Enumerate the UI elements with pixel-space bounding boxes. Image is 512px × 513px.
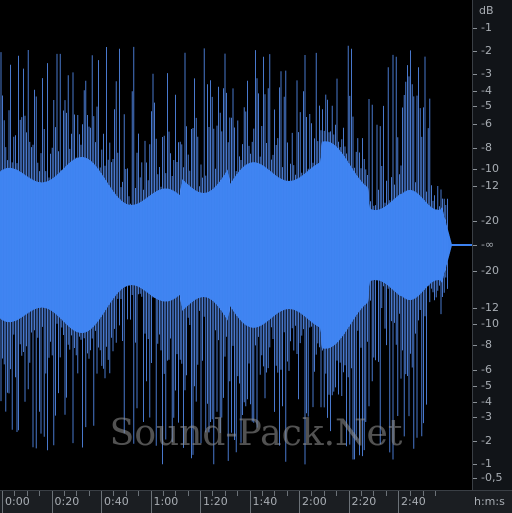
time-minor-tick [261, 491, 263, 496]
time-minor-tick [88, 491, 90, 496]
db-tick [473, 441, 477, 442]
time-label: 1:00 [153, 495, 179, 508]
db-label-top: -12 [481, 179, 499, 192]
db-label-top: -3 [481, 67, 492, 80]
time-tick [398, 491, 399, 513]
waveform-display[interactable]: Sound-Pack.Net [0, 0, 472, 490]
db-tick [473, 478, 477, 479]
db-tick [473, 28, 477, 29]
time-label: 2:40 [401, 495, 426, 508]
time-minor-tick [162, 491, 164, 496]
time-minor-tick [187, 491, 189, 496]
time-minor-tick [125, 491, 127, 496]
db-label-bottom: -0,5 [481, 471, 503, 484]
time-minor-tick [422, 491, 424, 496]
db-tick [473, 402, 477, 403]
time-label: 0:00 [5, 495, 30, 508]
time-minor-tick [336, 491, 338, 496]
db-label-bottom: -5 [481, 379, 492, 392]
db-label-bottom: -1 [481, 457, 492, 470]
time-minor-tick [274, 491, 276, 496]
db-label-top: -10 [481, 162, 499, 175]
time-minor-tick [113, 491, 115, 496]
time-tick [51, 491, 53, 513]
db-unit-label: dB [479, 4, 494, 17]
db-label-top: -8 [481, 141, 492, 154]
time-minor-tick [26, 491, 28, 496]
db-label-bottom: -4 [481, 395, 492, 408]
db-tick [473, 148, 477, 149]
time-minor-tick [175, 491, 177, 496]
time-label: 0:40 [104, 495, 129, 508]
time-label: 2:20 [351, 495, 377, 508]
db-label-top: -4 [481, 84, 492, 97]
db-label-top: -6 [481, 117, 492, 130]
time-minor-tick [39, 491, 41, 496]
time-minor-tick [138, 491, 140, 496]
db-label-bottom: -2 [481, 434, 492, 447]
time-tick [2, 491, 3, 513]
db-label-bottom: -12 [481, 301, 499, 314]
time-tick [101, 491, 102, 513]
time-minor-tick [435, 491, 437, 496]
db-tick [473, 417, 477, 418]
time-minor-tick [212, 491, 214, 496]
time-tick [150, 491, 152, 513]
db-label-center: -∞ [481, 238, 495, 251]
db-tick [473, 106, 477, 107]
db-label-bottom: -20 [481, 264, 499, 277]
db-tick [473, 308, 477, 309]
db-tick [473, 464, 477, 465]
db-label-bottom: -8 [481, 338, 492, 351]
db-tick [473, 386, 477, 387]
db-label-bottom: -3 [481, 410, 492, 423]
time-minor-tick [311, 491, 313, 496]
time-tick [348, 491, 350, 513]
db-tick [473, 245, 477, 246]
db-tick [473, 186, 477, 187]
time-minor-tick [286, 491, 288, 496]
time-tick [249, 491, 251, 513]
time-label: 1:40 [252, 495, 278, 508]
time-minor-tick [76, 491, 78, 496]
time-ruler[interactable]: 0:00 0:20 0:40 1:00 1:20 1:40 2:00 2:20 2:40 h:m:… [0, 490, 512, 513]
db-tick [473, 91, 477, 92]
db-label-top: -5 [481, 99, 492, 112]
time-minor-tick [14, 491, 16, 496]
watermark: Sound-Pack.Net [109, 413, 403, 454]
db-label-bottom: -10 [481, 317, 499, 330]
db-tick [473, 74, 477, 75]
time-minor-tick [224, 491, 226, 496]
time-label: 1:20 [203, 495, 228, 508]
time-label: 0:20 [54, 495, 80, 508]
time-tick [200, 491, 201, 513]
time-unit-label: h:m:s [474, 495, 505, 508]
db-tick [473, 345, 477, 346]
time-minor-tick [63, 491, 65, 496]
db-label-bottom: -6 [481, 363, 492, 376]
db-tick [473, 324, 477, 325]
time-minor-tick [385, 491, 387, 496]
db-label-top: -20 [481, 214, 499, 227]
db-tick [473, 370, 477, 371]
time-minor-tick [237, 491, 239, 496]
waveform-dense-band [0, 141, 452, 349]
time-tick [299, 491, 300, 513]
db-label-top: -1 [481, 21, 492, 34]
time-minor-tick [410, 491, 412, 496]
db-scale: dB -1 -2 -3 -4 -5 -6 -8 -10 -12 -20 -∞ -20 -12 -10 -8 -6… [472, 0, 512, 490]
db-tick [473, 169, 477, 170]
db-tick [473, 51, 477, 52]
db-tick [473, 271, 477, 272]
time-minor-tick [373, 491, 375, 496]
time-label: 2:00 [302, 495, 327, 508]
time-minor-tick [360, 491, 362, 496]
db-label-top: -2 [481, 44, 492, 57]
db-tick [473, 124, 477, 125]
db-tick [473, 221, 477, 222]
time-minor-tick [323, 491, 325, 496]
